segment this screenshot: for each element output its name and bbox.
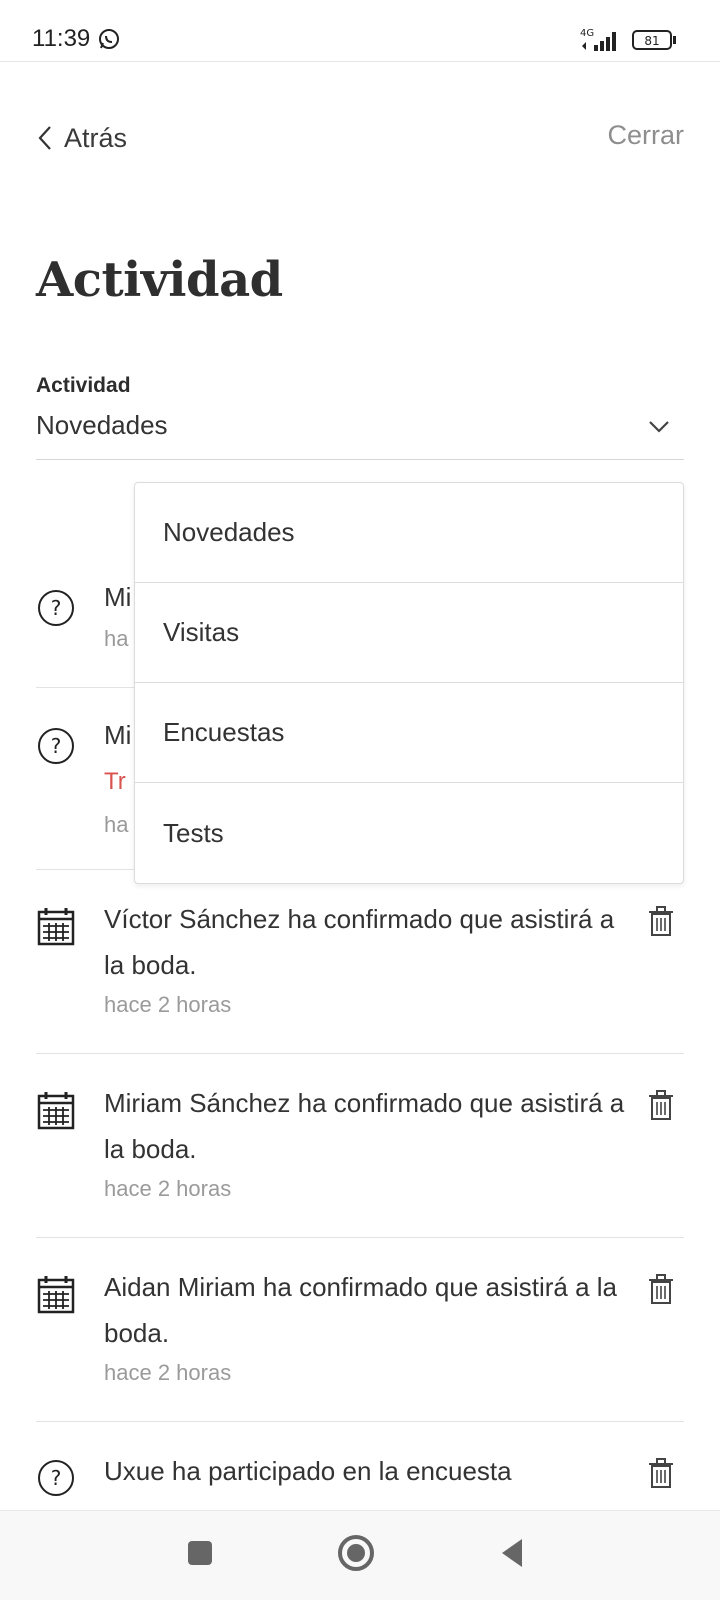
svg-text:?: ? xyxy=(51,734,62,758)
list-item[interactable]: Aidan Miriam ha confirmado que asistirá … xyxy=(36,1238,684,1422)
svg-text:4G: 4G xyxy=(580,28,594,39)
dropdown-option-tests[interactable]: Tests xyxy=(135,783,683,883)
activity-time: hace 2 horas xyxy=(104,992,232,1017)
question-circle-icon: ? xyxy=(38,1460,74,1496)
calendar-icon xyxy=(37,1092,75,1130)
svg-text:81: 81 xyxy=(644,34,659,48)
activity-text: Aidan Miriam ha confirmado que asistirá … xyxy=(104,1272,618,1348)
chevron-left-icon xyxy=(38,126,51,150)
select-value: Novedades xyxy=(36,410,168,440)
activity-text: Víctor Sánchez ha confirmado que asistir… xyxy=(104,904,615,980)
close-button[interactable]: Cerrar xyxy=(607,120,684,151)
activity-time: hace 2 horas xyxy=(104,1360,232,1385)
question-circle-icon: ? xyxy=(38,728,74,764)
signal-icon: 4G xyxy=(580,28,616,51)
activity-time: hace 2 horas xyxy=(104,1176,232,1201)
svg-text:?: ? xyxy=(51,1466,62,1490)
chevron-down-icon xyxy=(649,421,669,433)
dropdown-option-novedades[interactable]: Novedades xyxy=(135,483,683,583)
list-item[interactable]: Víctor Sánchez ha confirmado que asistir… xyxy=(36,870,684,1054)
trash-icon[interactable] xyxy=(648,1458,674,1488)
recent-apps-button[interactable] xyxy=(178,1531,222,1575)
home-button[interactable] xyxy=(334,1531,378,1575)
calendar-icon xyxy=(37,908,75,946)
back-label: Atrás xyxy=(64,122,128,153)
battery-icon: 81 xyxy=(632,30,676,50)
select-label: Actividad xyxy=(36,374,131,397)
whatsapp-icon xyxy=(99,29,119,49)
activity-text: Uxue ha participado en la encuesta xyxy=(104,1456,512,1486)
activity-link[interactable]: Tr xyxy=(104,768,126,796)
trash-icon[interactable] xyxy=(648,1090,674,1120)
list-item[interactable]: Miriam Sánchez ha confirmado que asistir… xyxy=(36,1054,684,1238)
activity-filter-select[interactable]: Actividad Novedades xyxy=(36,370,684,460)
svg-text:?: ? xyxy=(51,596,62,620)
trash-icon[interactable] xyxy=(648,1274,674,1304)
calendar-icon xyxy=(37,1276,75,1314)
status-time: 11:39 xyxy=(32,25,91,52)
trash-icon[interactable] xyxy=(648,906,674,936)
question-circle-icon: ? xyxy=(38,590,74,626)
activity-text: Miriam Sánchez ha confirmado que asistir… xyxy=(104,1088,625,1164)
system-nav-bar xyxy=(0,1510,720,1600)
activity-time: ha xyxy=(104,812,129,837)
back-button[interactable]: Atrás xyxy=(36,120,127,156)
dropdown-option-encuestas[interactable]: Encuestas xyxy=(135,683,683,783)
page-title: Actividad xyxy=(36,252,283,308)
back-nav-button[interactable] xyxy=(490,1531,534,1575)
dropdown-option-visitas[interactable]: Visitas xyxy=(135,583,683,683)
status-bar: 11:39 4G 81 xyxy=(0,0,720,62)
activity-filter-dropdown: Novedades Visitas Encuestas Tests xyxy=(134,482,684,884)
activity-time: ha xyxy=(104,626,129,651)
